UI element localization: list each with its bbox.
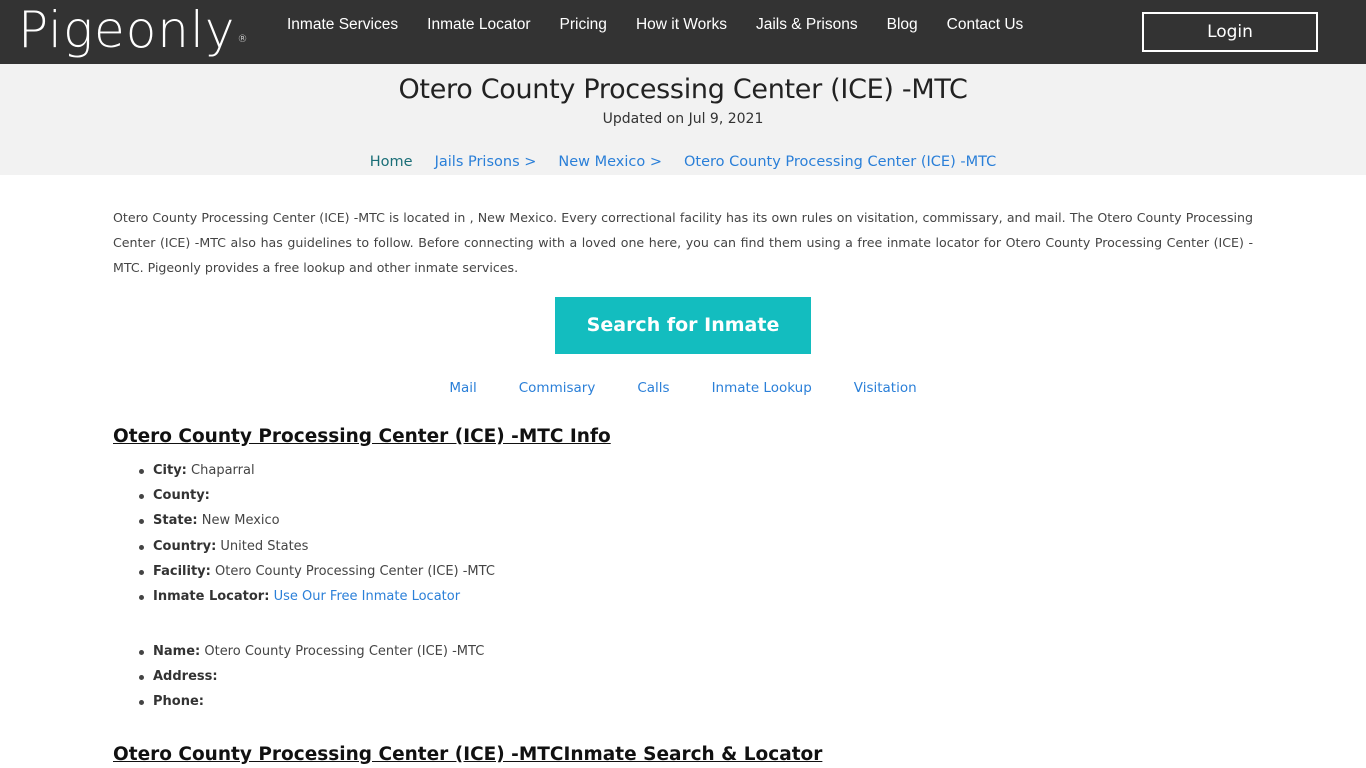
nav-pricing[interactable]: Pricing bbox=[560, 14, 607, 36]
contact-item-phone: Phone: bbox=[138, 689, 484, 714]
facility-contact-list: Name: Otero County Processing Center (IC… bbox=[138, 639, 485, 715]
nav-blog[interactable]: Blog bbox=[887, 14, 918, 36]
facility-info-list: City: Chaparral County: State: New Mexic… bbox=[139, 458, 495, 609]
registered-mark: ® bbox=[237, 34, 249, 45]
info-value: Chaparral bbox=[191, 463, 255, 478]
breadcrumb: Home Jails Prisons > New Mexico > Otero … bbox=[0, 154, 1366, 170]
nav-contact-us[interactable]: Contact Us bbox=[947, 14, 1024, 36]
nav-how-it-works[interactable]: How it Works bbox=[636, 14, 727, 36]
nav-inmate-locator[interactable]: Inmate Locator bbox=[427, 14, 530, 36]
info-label: Country: bbox=[153, 538, 217, 554]
logo-text: Pigeonly bbox=[18, 1, 236, 59]
info-item-inmate-locator: Inmate Locator: Use Our Free Inmate Loca… bbox=[139, 584, 495, 609]
info-item-country: Country: United States bbox=[139, 534, 495, 559]
info-section-title: Otero County Processing Center (ICE) -MT… bbox=[113, 426, 611, 447]
info-label: Inmate Locator: bbox=[153, 588, 270, 604]
info-value: New Mexico bbox=[201, 513, 280, 529]
breadcrumb-jails-prisons[interactable]: Jails Prisons > bbox=[435, 154, 537, 170]
info-value: Otero County Processing Center (ICE) -MT… bbox=[204, 644, 485, 659]
service-link-visitation[interactable]: Visitation bbox=[854, 380, 917, 396]
info-label: Facility: bbox=[153, 563, 211, 579]
info-label: Address: bbox=[153, 669, 218, 685]
search-for-inmate-button[interactable]: Search for Inmate bbox=[555, 297, 811, 354]
info-label: County: bbox=[153, 488, 210, 504]
info-label: Phone: bbox=[153, 694, 204, 710]
top-navigation-bar: Pigeonly ® Inmate Services Inmate Locator… bbox=[0, 0, 1366, 64]
page-header: Otero County Processing Center (ICE) -MT… bbox=[0, 64, 1366, 175]
info-label: State: bbox=[153, 513, 198, 529]
breadcrumb-new-mexico[interactable]: New Mexico > bbox=[558, 154, 662, 170]
breadcrumb-facility[interactable]: Otero County Processing Center (ICE) -MT… bbox=[684, 154, 996, 170]
page-title: Otero County Processing Center (ICE) -MT… bbox=[398, 74, 968, 105]
login-button[interactable]: Login bbox=[1142, 12, 1318, 52]
nav-inmate-services[interactable]: Inmate Services bbox=[287, 14, 398, 36]
intro-paragraph: Otero County Processing Center (ICE) -MT… bbox=[113, 210, 1253, 275]
info-item-city: City: Chaparral bbox=[139, 458, 495, 483]
contact-item-name: Name: Otero County Processing Center (IC… bbox=[138, 639, 485, 664]
updated-date: Updated on Jul 9, 2021 bbox=[602, 111, 764, 127]
info-value: Otero County Processing Center (ICE) -MT… bbox=[215, 563, 495, 579]
nav-jails-prisons[interactable]: Jails & Prisons bbox=[756, 14, 858, 36]
info-label: City: bbox=[153, 463, 187, 478]
service-links: Mail Commisary Calls Inmate Lookup Visit… bbox=[0, 380, 1366, 396]
info-item-state: State: New Mexico bbox=[139, 508, 495, 533]
contact-item-address: Address: bbox=[138, 664, 484, 689]
main-nav: Inmate Services Inmate Locator Pricing H… bbox=[287, 14, 1052, 36]
breadcrumb-home[interactable]: Home bbox=[370, 154, 413, 170]
info-item-facility: Facility: Otero County Processing Center… bbox=[139, 559, 495, 584]
info-value: United States bbox=[220, 538, 309, 554]
service-link-commisary[interactable]: Commisary bbox=[519, 380, 596, 396]
service-link-mail[interactable]: Mail bbox=[449, 380, 476, 396]
service-link-inmate-lookup[interactable]: Inmate Lookup bbox=[712, 380, 812, 396]
search-section-title: Otero County Processing Center (ICE) -MT… bbox=[113, 744, 823, 765]
info-item-county: County: bbox=[139, 483, 495, 508]
pigeonly-logo[interactable]: Pigeonly ® bbox=[18, 0, 248, 60]
free-inmate-locator-link[interactable]: Use Our Free Inmate Locator bbox=[274, 589, 461, 604]
service-link-calls[interactable]: Calls bbox=[637, 380, 669, 396]
info-label: Name: bbox=[153, 644, 201, 659]
